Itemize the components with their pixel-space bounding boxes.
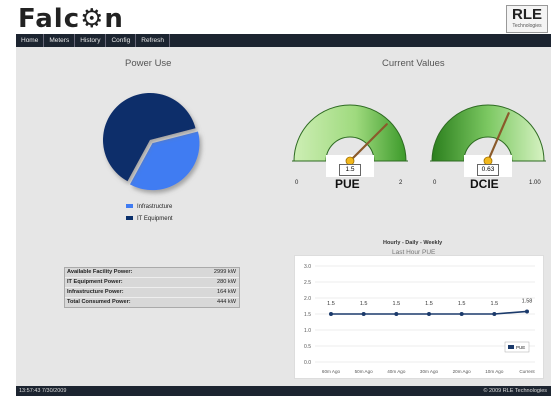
chart-legend-swatch [508,345,514,349]
stats-value: 164 kW [217,289,236,295]
copyright: © 2009 RLE Technologies [483,388,547,394]
x-tick-label: 20m Ago [453,369,472,374]
x-tick-label: 30m Ago [420,369,439,374]
pue-line-chart: 3.0 2.5 2.0 1.5 1.0 0.5 0.0 60m Ago 50m Ago 40m A… [304,264,535,374]
data-label: 1.58 [522,298,533,304]
chart-title[interactable]: Hourly - Daily - Weekly [383,240,442,246]
data-point [492,312,497,316]
data-point [427,312,431,316]
rle-logo-subtext: Technologies [512,23,542,29]
dcie-gauge-label: DCIE [470,177,499,191]
legend-swatch-it-equipment [126,216,133,221]
power-use-pie-chart [103,93,200,191]
current-values-title: Current Values [382,58,445,69]
data-label: 1.5 [327,301,335,307]
status-bar: 13:57:43 7/30/2009 © 2009 RLE Technologi… [16,386,551,396]
stats-label: Available Facility Power: [67,269,133,275]
stats-row: Infrastructure Power: 164 kW [65,288,239,298]
tab-meters[interactable]: Meters [44,34,76,47]
rle-logo-text: RLE [512,6,542,23]
power-stats-table: Available Facility Power: 2999 kW IT Equi… [64,267,240,308]
data-label: 1.5 [360,301,368,307]
app-header: Falc⚙n RLE Technologies [0,0,556,34]
data-point [525,309,529,314]
y-tick-label: 0.5 [304,344,311,350]
pue-gauge-label: PUE [335,177,360,191]
data-point [361,312,366,316]
legend-item-it-equipment: IT Equipment [126,216,173,222]
stats-row: Available Facility Power: 2999 kW [65,268,239,278]
pue-readout: 1.5 [339,164,361,176]
y-tick-label: 0.0 [304,360,311,366]
data-point [394,312,399,316]
timestamp: 13:57:43 7/30/2009 [19,388,67,394]
dcie-max-label: 1.00 [529,180,541,186]
gauge-arc [431,104,545,162]
y-tick-label: 1.5 [304,312,311,318]
x-tick-label: Current [519,369,535,374]
main-nav: Home Meters History Config Refresh [16,34,551,47]
legend-swatch-infrastructure [126,204,133,209]
data-label: 1.5 [393,301,401,307]
stats-value: 2999 kW [213,269,236,275]
rle-logo: RLE Technologies [506,5,548,33]
legend-label-infrastructure: Infrastructure [137,204,173,210]
x-tick-label: 60m Ago [322,369,341,374]
dcie-min-label: 0 [433,180,437,186]
legend-label-it-equipment: IT Equipment [137,216,173,222]
x-tick-label: 50m Ago [355,369,374,374]
stats-row: Total Consumed Power: 444 kW [65,298,239,307]
y-tick-label: 1.0 [304,328,311,334]
stats-label: IT Equipment Power: [67,279,123,285]
y-tick-label: 3.0 [304,264,311,270]
dcie-readout: 0.63 [477,164,499,176]
stats-value: 280 kW [217,279,236,285]
tab-refresh[interactable]: Refresh [136,34,171,47]
tab-config[interactable]: Config [106,34,137,47]
x-tick-label: 10m Ago [485,369,504,374]
y-tick-label: 2.0 [304,296,311,302]
stats-label: Infrastructure Power: [67,289,124,295]
data-label: 1.5 [491,301,499,307]
pue-max-label: 2 [399,180,403,186]
y-tick-label: 2.5 [304,280,311,286]
data-point [459,312,464,316]
data-label: 1.5 [425,301,433,307]
brand-logo: Falc⚙n [18,4,124,34]
gauge-arc [293,104,407,162]
power-use-title: Power Use [125,58,172,69]
tab-home[interactable]: Home [16,34,45,47]
legend-item-infrastructure: Infrastructure [126,204,172,210]
pue-line-chart-panel: 3.0 2.5 2.0 1.5 1.0 0.5 0.0 60m Ago 50m Ago 40m A… [294,255,544,379]
chart-legend-label: PUE [516,345,525,350]
tab-history[interactable]: History [75,34,107,47]
stats-value: 444 kW [217,299,236,305]
data-label: 1.5 [458,301,466,307]
stats-label: Total Consumed Power: [67,299,131,305]
data-point [329,312,333,316]
stats-row: IT Equipment Power: 280 kW [65,278,239,288]
x-tick-label: 40m Ago [387,369,406,374]
pue-min-label: 0 [295,180,299,186]
